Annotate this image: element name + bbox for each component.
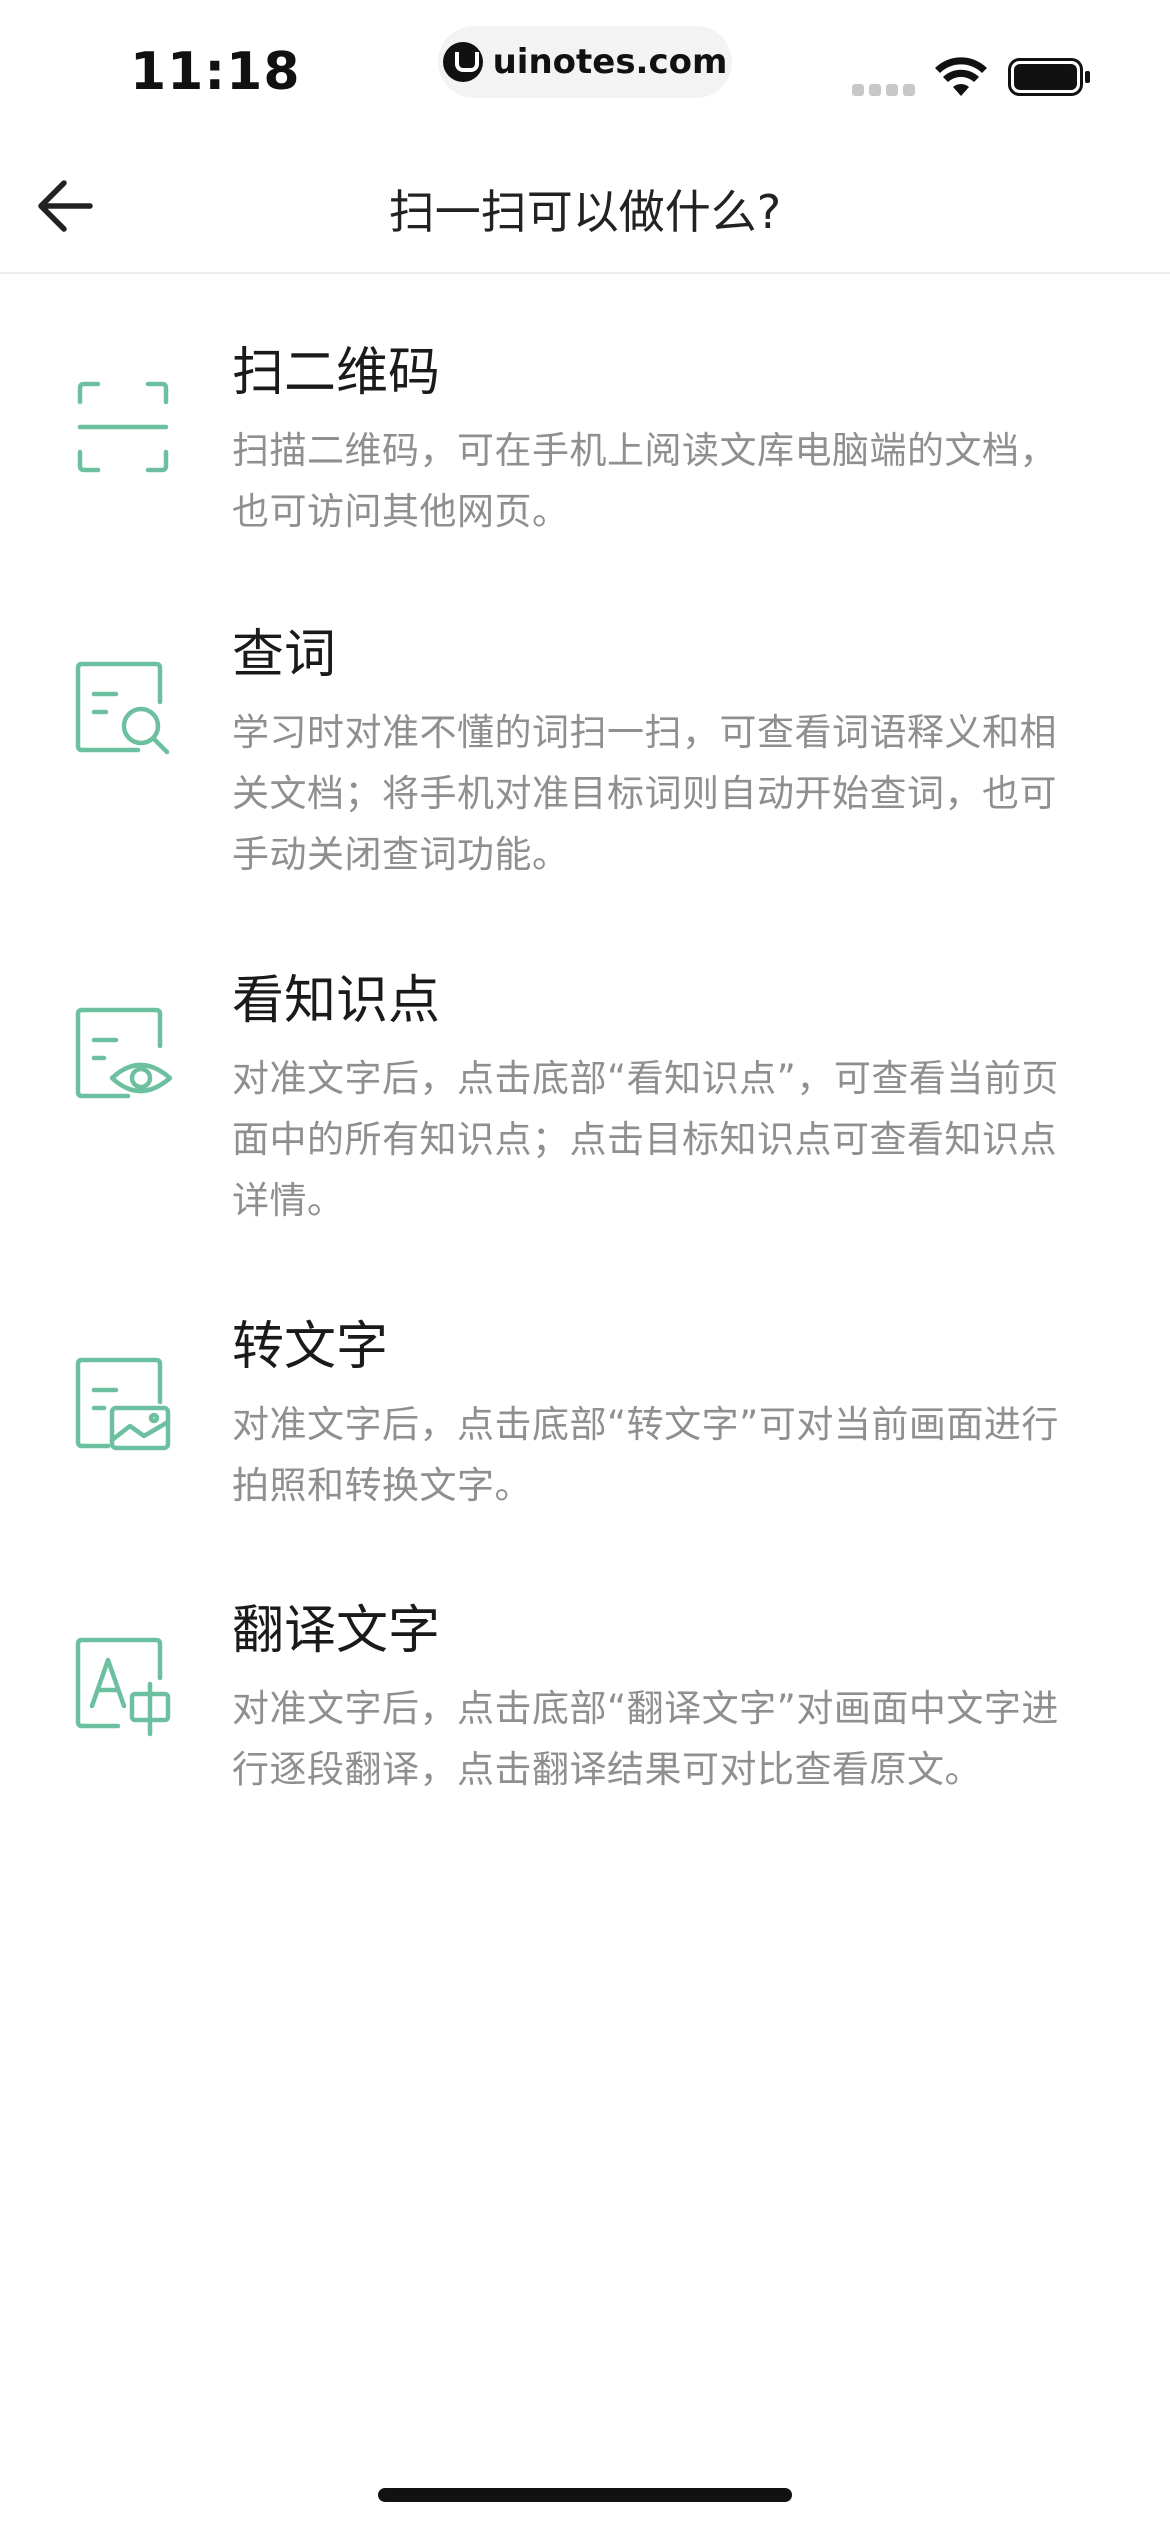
feature-description: 扫描二维码，可在手机上阅读文库电脑端的文档，也可访问其他网页。 [232, 429, 1057, 533]
feature-description: 对准文字后，点击底部“翻译文字”对画面中文字进行逐段翻译，点击翻译结果可对比查看… [232, 1687, 1059, 1791]
feature-title: 看知识点 [232, 971, 441, 1031]
watermark-text: uinotes.com [492, 42, 728, 82]
cellular-signal-icon [852, 84, 920, 96]
feature-description: 学习时对准不懂的词扫一扫，可查看词语释义和相关文档；将手机对准目标词则自动开始查… [232, 711, 1057, 876]
feature-title: 翻译文字 [232, 1601, 441, 1661]
feature-title: 转文字 [232, 1317, 389, 1377]
scan-frame-icon [77, 381, 169, 473]
wifi-icon [935, 57, 987, 96]
watermark-badge: uinotes.com [438, 26, 732, 98]
battery-icon [1008, 58, 1090, 96]
status-bar: 11:18 uinotes.com [0, 0, 1170, 140]
status-time: 11:18 [130, 42, 301, 102]
document-eye-icon [75, 1007, 173, 1099]
feature-description: 对准文字后，点击底部“看知识点”，可查看当前页面中的所有知识点；点击目标知识点可… [232, 1057, 1059, 1222]
feature-title: 查词 [232, 625, 337, 685]
nav-bar: 扫一扫可以做什么? [0, 140, 1170, 274]
watermark-logo-icon [442, 42, 483, 82]
feature-description: 对准文字后，点击底部“转文字”可对当前画面进行拍照和转换文字。 [232, 1403, 1059, 1507]
translate-icon [75, 1637, 171, 1737]
document-image-icon [75, 1357, 171, 1451]
document-search-icon [75, 661, 170, 755]
page: 11:18 uinotes.com 扫一扫可以做什么? 扫二维码 扫描二维码，可… [0, 0, 1170, 2532]
home-indicator[interactable] [378, 2488, 792, 2502]
page-title: 扫一扫可以做什么? [388, 185, 782, 239]
feature-title: 扫二维码 [232, 343, 441, 403]
